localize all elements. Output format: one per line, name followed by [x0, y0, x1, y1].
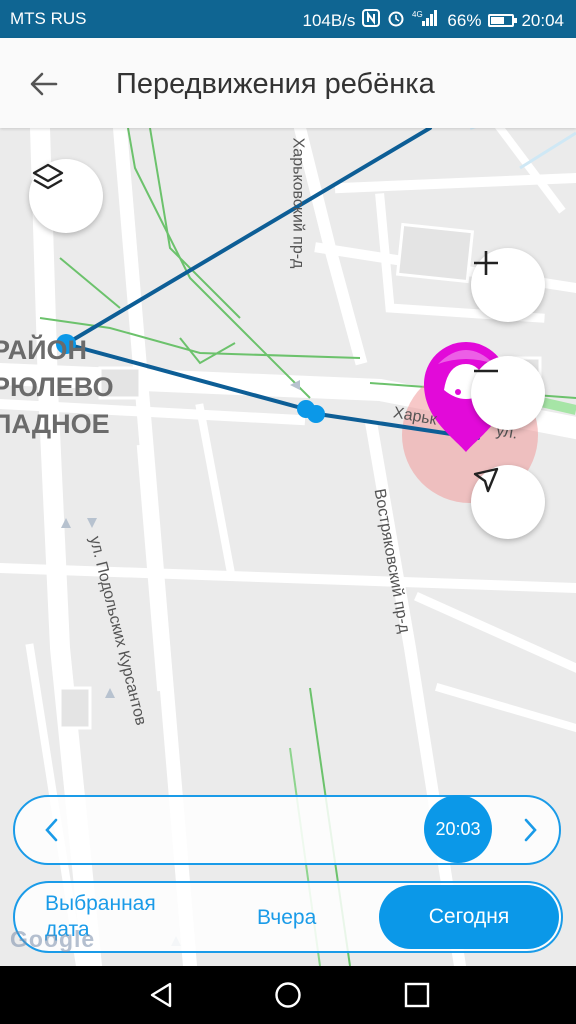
page-title: Передвижения ребёнка — [116, 68, 435, 100]
google-logo: Google — [10, 926, 96, 952]
arrow-left-icon[interactable] — [26, 66, 62, 102]
chevron-right-icon[interactable] — [515, 815, 545, 845]
chevron-left-icon[interactable] — [37, 815, 67, 845]
battery-percent: 66% — [447, 10, 482, 30]
clock: 20:04 — [521, 10, 564, 30]
app-bar: Передвижения ребёнка — [0, 38, 576, 128]
system-nav-bar — [0, 966, 576, 1024]
track-point[interactable] — [307, 405, 325, 423]
my-location-button[interactable] — [471, 465, 545, 539]
time-slider-handle[interactable]: 20:03 — [424, 795, 492, 863]
time-slider[interactable]: 20:03 — [13, 795, 561, 865]
yesterday-option[interactable]: Вчера — [257, 906, 316, 930]
alarm-icon — [387, 9, 405, 32]
nfc-icon — [362, 9, 381, 32]
district-label: РАЙОН РЮЛЕВО ПАДНОЕ — [0, 335, 114, 439]
today-option[interactable]: Сегодня — [379, 885, 559, 949]
signal-icon: 4G — [412, 9, 440, 32]
triangle-back-icon[interactable] — [146, 980, 176, 1010]
net-speed: 104B/s — [302, 10, 356, 30]
layers-button[interactable] — [29, 159, 103, 233]
carrier-name: MTS RUS — [10, 9, 87, 28]
date-selector: Выбранная дата Вчера Сегодня — [13, 881, 563, 953]
circle-home-icon[interactable] — [273, 980, 303, 1010]
status-icons: 104B/s 4G 66% 20:04 — [302, 9, 564, 32]
zoom-in-button[interactable] — [471, 248, 545, 322]
status-bar: MTS RUS 104B/s 4G 66% 20:04 — [0, 0, 576, 38]
street-label: Харьковский пр-д — [289, 137, 307, 269]
square-recents-icon[interactable] — [402, 980, 432, 1010]
battery-icon — [488, 14, 518, 27]
svg-text:4G: 4G — [412, 10, 423, 19]
screen: MTS RUS 104B/s 4G 66% 20:04 Передвижения… — [0, 0, 576, 1024]
zoom-out-button[interactable] — [471, 356, 545, 430]
